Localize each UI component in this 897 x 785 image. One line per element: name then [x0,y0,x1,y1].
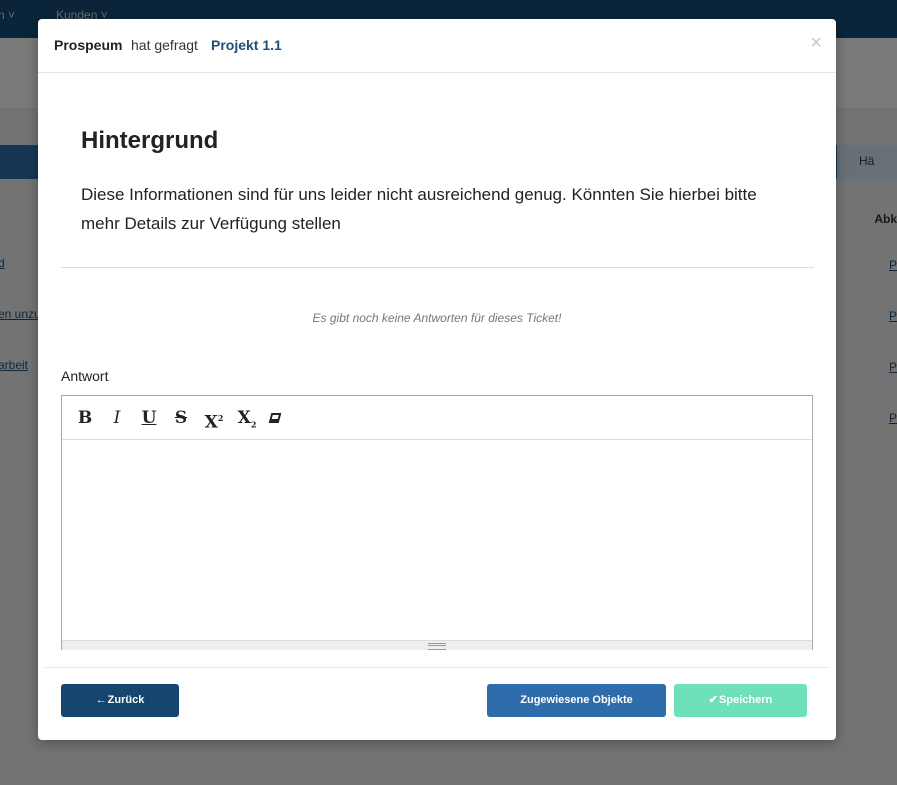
asked-text: hat gefragt [131,37,198,53]
ticket-modal: Prospeum hat gefragt Projekt 1.1 × Hinte… [38,19,836,740]
check-circle-icon: ✔ [708,694,719,706]
question-text: Diese Informationen sind für uns leider … [81,185,757,233]
editor-resize-bar[interactable] [62,640,812,650]
answer-editor: B I U S X2 X2 [61,395,813,650]
close-icon[interactable]: × [810,33,822,53]
answer-text-area[interactable] [62,440,812,639]
strikethrough-icon[interactable]: S [167,406,195,430]
underline-icon[interactable]: U [135,406,163,430]
divider [61,267,814,268]
assigned-objects-label: Zugewiesene Objekte [520,694,633,706]
question-title: Hintergrund [81,127,219,154]
modal-header: Prospeum hat gefragt Projekt 1.1 × [38,19,836,73]
superscript-icon[interactable]: X2 [200,406,228,433]
resize-grip-icon[interactable] [428,643,446,650]
bold-icon[interactable]: B [71,406,99,430]
remove-format-icon[interactable] [264,406,292,430]
assigned-objects-button[interactable]: Zugewiesene Objekte [487,684,666,717]
save-label: Speichern [719,694,773,706]
back-label: Zurück [107,694,145,706]
italic-icon[interactable]: I [103,406,131,430]
footer-divider [45,667,829,668]
back-button[interactable]: ←Zurück [61,684,179,717]
project-link[interactable]: Projekt 1.1 [211,37,282,53]
editor-toolbar: B I U S X2 X2 [62,396,812,440]
answer-label: Antwort [61,368,109,384]
arrow-left-icon: ← [95,694,107,706]
author-name: Prospeum [54,37,123,53]
save-button[interactable]: ✔Speichern [674,684,807,717]
no-answers-message: Es gibt noch keine Antworten für dieses … [312,311,562,325]
subscript-icon[interactable]: X2 [233,406,261,430]
